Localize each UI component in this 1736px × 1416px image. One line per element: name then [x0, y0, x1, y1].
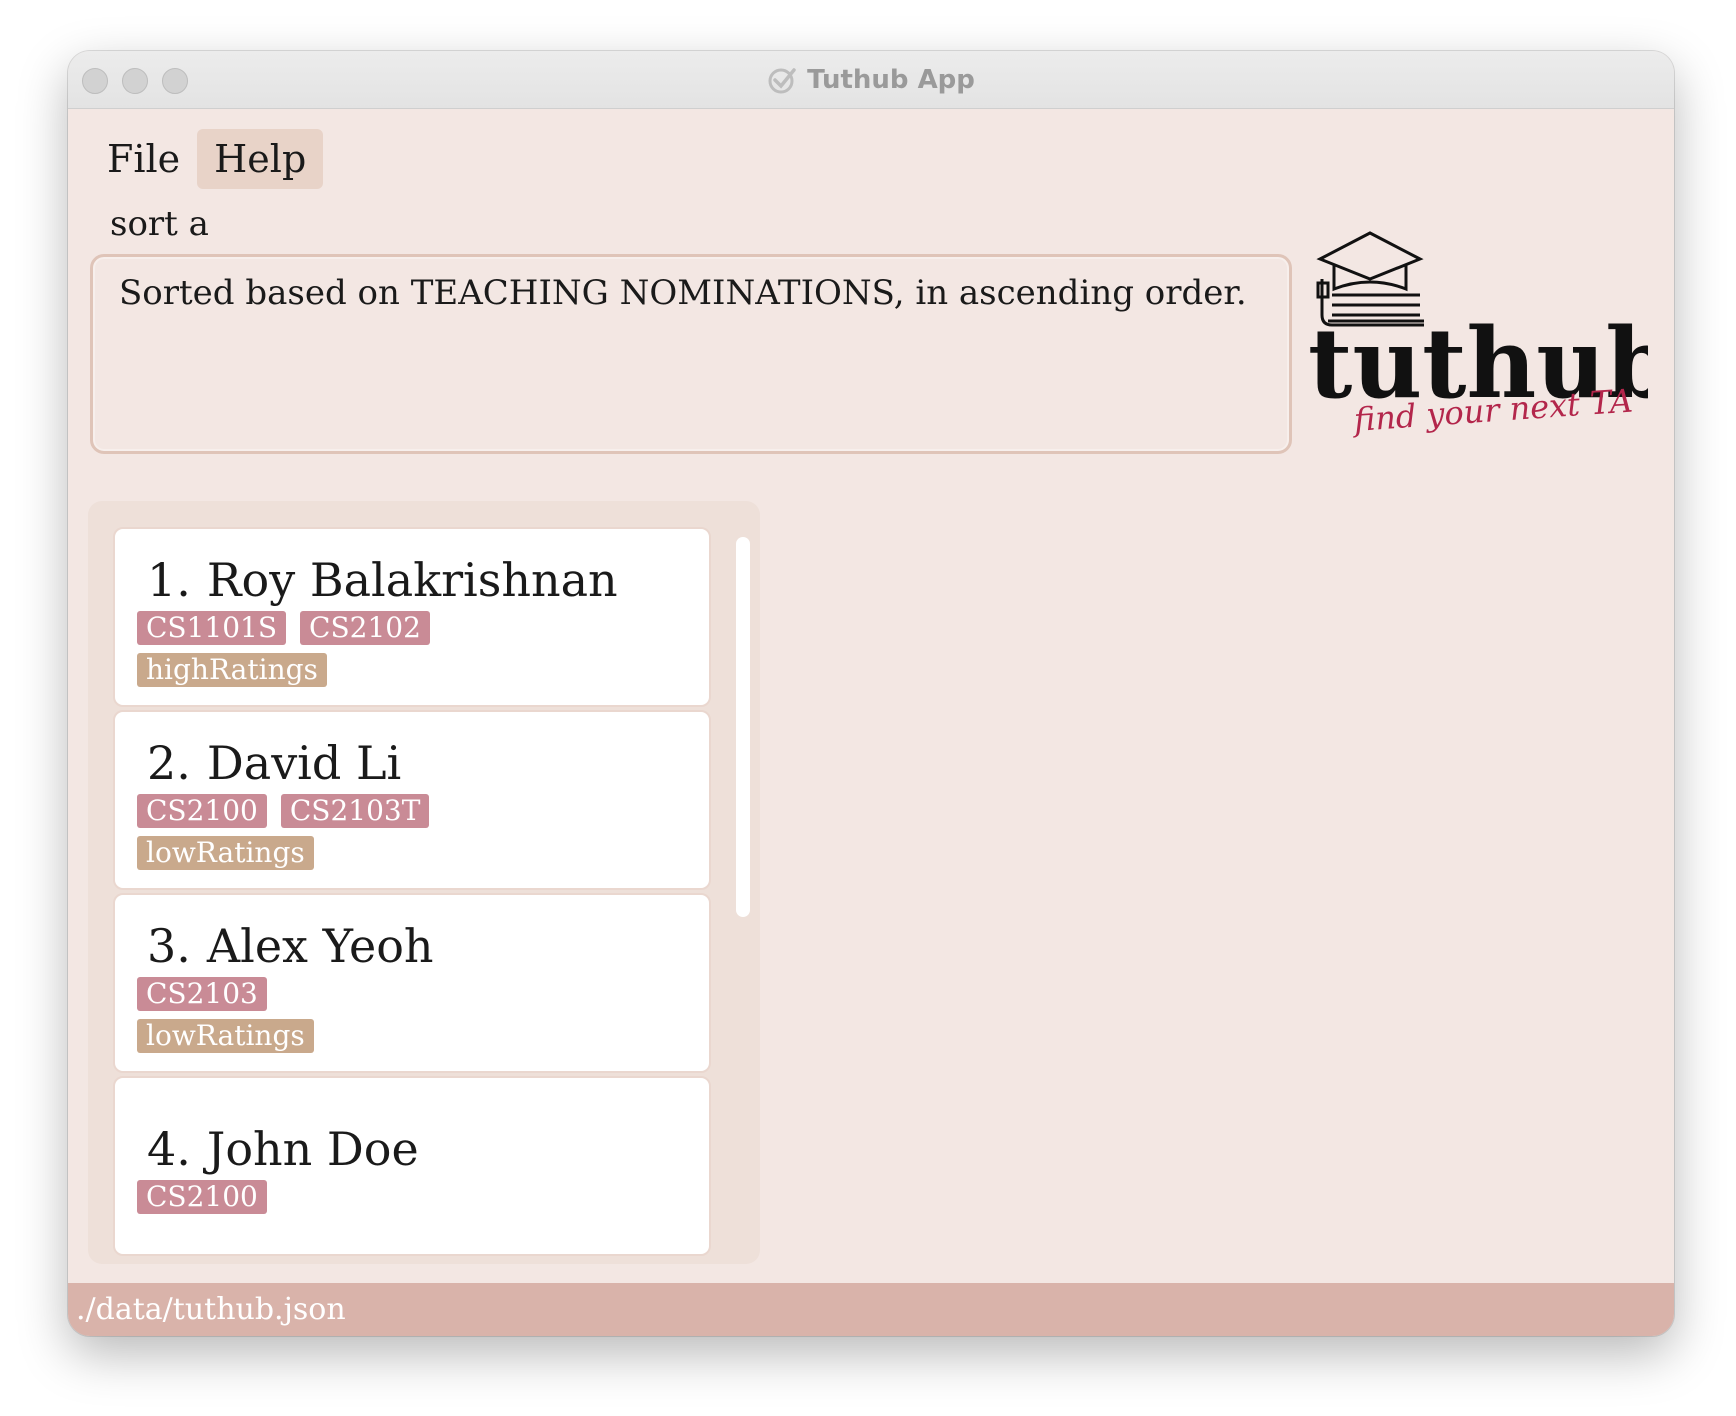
rating-tags: lowRatings — [137, 1019, 709, 1053]
list-scrollbar[interactable] — [736, 537, 750, 917]
module-tag: CS1101S — [137, 611, 287, 645]
data-file-path: ./data/tuthub.json — [76, 1292, 346, 1327]
app-window: Tuthub App File Help sort a Sorted based… — [68, 51, 1674, 1336]
module-tag: CS2100 — [137, 1180, 267, 1214]
app-check-icon — [768, 68, 796, 94]
rating-tags: lowRatings — [137, 836, 709, 870]
rating-tags: highRatings — [137, 653, 709, 687]
module-tags: CS1101S CS2102 — [137, 611, 709, 645]
tutor-card[interactable]: 1. Roy Balakrishnan CS1101S CS2102 highRa… — [113, 527, 711, 707]
menu-bar: File Help — [90, 129, 324, 189]
result-display: Sorted based on TEACHING NOMINATIONS, in… — [90, 254, 1292, 454]
command-input[interactable]: sort a — [98, 199, 1248, 249]
menu-help[interactable]: Help — [197, 129, 324, 189]
tutor-name: Roy Balakrishnan — [206, 553, 618, 607]
rating-tag: highRatings — [137, 653, 327, 687]
tutor-index: 3. — [147, 919, 191, 973]
tutor-index: 4. — [147, 1122, 191, 1176]
window-title-text: Tuthub App — [807, 65, 975, 95]
tuthub-logo: tuthub. find your next TA — [1308, 231, 1648, 439]
tutor-index: 2. — [147, 736, 191, 790]
tutor-name-line: 4. John Doe — [137, 1122, 709, 1176]
module-tags: CS2103 — [137, 977, 709, 1011]
title-bar: Tuthub App — [68, 51, 1674, 109]
tutor-name: John Doe — [206, 1122, 419, 1176]
module-tags: CS2100 CS2103T — [137, 794, 709, 828]
tutor-list[interactable]: 1. Roy Balakrishnan CS1101S CS2102 highRa… — [113, 527, 711, 1264]
rating-tag: lowRatings — [137, 836, 314, 870]
tutor-name: Alex Yeoh — [206, 919, 434, 973]
tutor-index: 1. — [147, 553, 191, 607]
window-title: Tuthub App — [68, 51, 1674, 109]
tutor-name-line: 2. David Li — [137, 736, 709, 790]
status-bar: ./data/tuthub.json — [68, 1283, 1674, 1336]
menu-file[interactable]: File — [90, 129, 197, 189]
module-tags: CS2100 — [137, 1180, 709, 1214]
module-tag: CS2102 — [300, 611, 430, 645]
tutor-list-panel: 1. Roy Balakrishnan CS1101S CS2102 highRa… — [88, 501, 760, 1264]
tutor-name-line: 1. Roy Balakrishnan — [137, 553, 709, 607]
tutor-card[interactable]: 3. Alex Yeoh CS2103 lowRatings — [113, 893, 711, 1073]
tutor-card[interactable]: 4. John Doe CS2100 — [113, 1076, 711, 1256]
tutor-name-line: 3. Alex Yeoh — [137, 919, 709, 973]
rating-tag: lowRatings — [137, 1019, 314, 1053]
module-tag: CS2103T — [280, 794, 430, 828]
tutor-name: David Li — [206, 736, 402, 790]
module-tag: CS2100 — [137, 794, 267, 828]
result-text: Sorted based on TEACHING NOMINATIONS, in… — [119, 273, 1247, 313]
tutor-card[interactable]: 2. David Li CS2100 CS2103T lowRatings — [113, 710, 711, 890]
module-tag: CS2103 — [137, 977, 267, 1011]
